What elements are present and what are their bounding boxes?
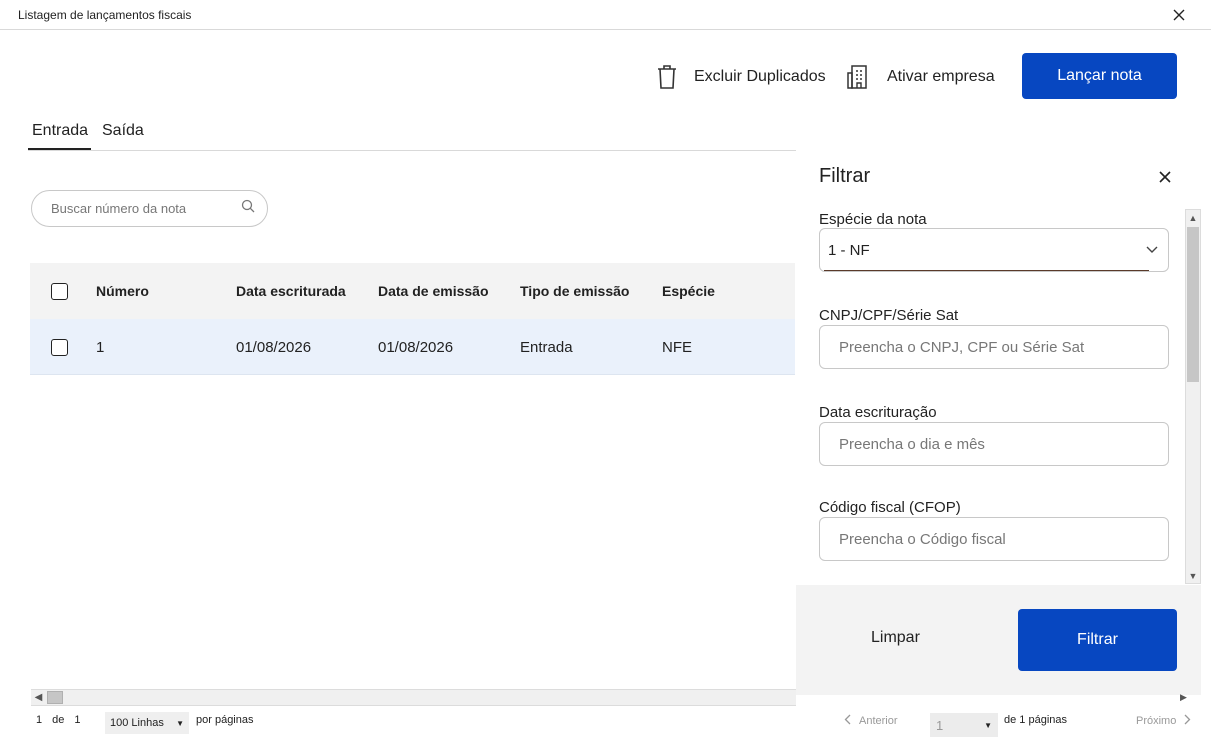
clear-filter-button[interactable]: Limpar (871, 629, 920, 647)
chevron-left-icon (844, 714, 851, 728)
scroll-up-icon[interactable]: ▲ (1186, 210, 1200, 225)
scroll-down-icon[interactable]: ▼ (1186, 568, 1200, 583)
horizontal-scroll-thumb[interactable] (47, 691, 63, 704)
activate-company-button[interactable]: Ativar empresa (847, 62, 995, 92)
tab-entrada[interactable]: Entrada (32, 122, 88, 150)
table-horizontal-scrollbar[interactable]: ◀ (31, 689, 796, 706)
of-label: de (52, 714, 65, 726)
next-label: Próximo (1136, 715, 1177, 727)
active-tab-indicator (28, 148, 91, 150)
window-titlebar: Listagem de lançamentos fiscais (0, 0, 1211, 30)
cell-data-escriturada: 01/08/2026 (236, 338, 312, 356)
cnpj-input[interactable] (819, 325, 1169, 369)
delete-duplicates-label: Excluir Duplicados (694, 68, 826, 85)
cell-numero: 1 (96, 338, 105, 356)
cnpj-label: CNPJ/CPF/Série Sat (819, 307, 959, 324)
column-header-data-emissao[interactable]: Data de emissão (378, 263, 489, 319)
cfop-label: Código fiscal (CFOP) (819, 499, 961, 516)
data-escrituracao-label: Data escrituração (819, 404, 937, 421)
search-icon[interactable] (241, 199, 255, 218)
select-all-checkbox[interactable] (51, 282, 68, 300)
total-pages: 1 (74, 714, 81, 726)
page-select-value: 1 (936, 717, 944, 733)
chevron-down-icon (1146, 241, 1158, 259)
especie-selected-value: 1 - NF (828, 241, 870, 259)
filter-title: Filtrar (819, 165, 871, 187)
search-box (31, 190, 268, 227)
especie-label: Espécie da nota (819, 211, 927, 228)
column-header-data-escriturada[interactable]: Data escriturada (236, 263, 346, 319)
delete-duplicates-button[interactable]: Excluir Duplicados (656, 62, 826, 92)
filter-vertical-scrollbar[interactable]: ▲ ▼ (1185, 209, 1201, 584)
rows-per-page-value: 100 Linhas (110, 717, 164, 729)
scroll-left-icon[interactable]: ◀ (31, 690, 46, 705)
per-page-label: por páginas (196, 714, 254, 726)
rows-per-page-select[interactable]: 100 Linhas ▼ (105, 712, 189, 734)
table-row[interactable]: 1 01/08/2026 01/08/2026 Entrada NFE (30, 319, 795, 375)
filter-footer: Limpar Filtrar (796, 585, 1201, 695)
especie-select[interactable]: 1 - NF (819, 228, 1169, 272)
next-page-button[interactable]: Próximo (1136, 714, 1191, 728)
tab-saida[interactable]: Saída (102, 122, 144, 140)
page-indicator: 1 de 1 (36, 714, 81, 726)
notes-table: Número Data escriturada Data de emissão … (30, 263, 795, 375)
column-header-numero[interactable]: Número (96, 263, 149, 319)
page-select[interactable]: 1 ▼ (930, 713, 998, 737)
table-header: Número Data escriturada Data de emissão … (30, 263, 795, 319)
column-header-especie[interactable]: Espécie (662, 263, 715, 319)
page-caret-down-icon: ▼ (984, 720, 992, 730)
window-title: Listagem de lançamentos fiscais (18, 8, 192, 22)
cfop-input[interactable] (819, 517, 1169, 561)
trash-icon (656, 64, 678, 90)
current-page: 1 (36, 714, 43, 726)
of-pages-label: de 1 páginas (1004, 714, 1067, 726)
row-checkbox[interactable] (51, 338, 68, 356)
search-input[interactable] (51, 201, 241, 216)
apply-filter-button[interactable]: Filtrar (1018, 609, 1177, 671)
cell-data-emissao: 01/08/2026 (378, 338, 454, 356)
post-note-button[interactable]: Lançar nota (1022, 53, 1177, 99)
column-header-tipo-emissao[interactable]: Tipo de emissão (520, 263, 629, 319)
close-filter-icon[interactable] (1155, 167, 1175, 187)
chevron-right-icon (1184, 714, 1191, 728)
cell-tipo-emissao: Entrada (520, 338, 573, 356)
close-window-icon[interactable] (1169, 5, 1189, 25)
previous-page-button[interactable]: Anterior (844, 714, 898, 728)
scroll-right-icon[interactable]: ▶ (1180, 692, 1187, 703)
scroll-thumb[interactable] (1187, 227, 1199, 382)
building-icon (847, 64, 871, 90)
activate-company-label: Ativar empresa (887, 68, 995, 85)
data-escrituracao-input[interactable] (819, 422, 1169, 466)
caret-down-icon: ▼ (176, 718, 184, 728)
cell-especie: NFE (662, 338, 692, 356)
select-underline (824, 270, 1149, 271)
tabs-bar: Entrada Saída (28, 118, 796, 151)
previous-label: Anterior (859, 715, 898, 727)
